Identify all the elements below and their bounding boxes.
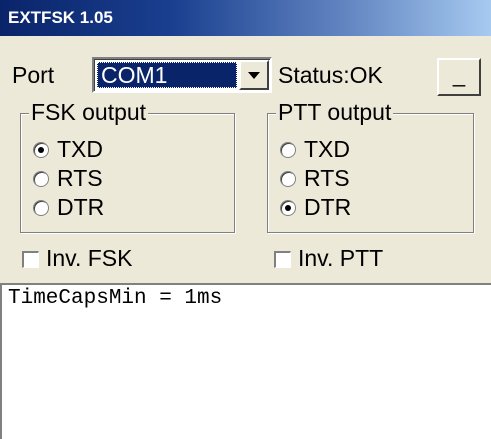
inv-ptt-label: Inv. PTT	[298, 245, 384, 271]
window-title: EXTFSK 1.05	[8, 8, 113, 27]
checkbox-icon[interactable]	[22, 251, 39, 268]
log-textarea[interactable]: TimeCapsMin = 1ms	[0, 283, 491, 439]
port-select[interactable]: COM1	[92, 57, 272, 93]
fsk-output-legend: FSK output	[29, 99, 149, 126]
fsk-radio-rts-label: RTS	[57, 165, 103, 191]
radio-selected-icon[interactable]	[33, 142, 49, 158]
port-select-value: COM1	[97, 62, 237, 88]
radio-unselected-icon[interactable]	[33, 171, 49, 187]
radio-selected-icon[interactable]	[280, 200, 296, 216]
extfsk-window: EXTFSK 1.05 Port COM1 Status:OK _ FSK ou…	[0, 0, 491, 439]
title-bar[interactable]: EXTFSK 1.05	[0, 0, 491, 36]
ptt-output-legend: PTT output	[276, 99, 394, 126]
ptt-radio-rts-label: RTS	[304, 165, 350, 191]
radio-unselected-icon[interactable]	[280, 142, 296, 158]
log-text: TimeCapsMin = 1ms	[8, 287, 223, 310]
checkbox-icon[interactable]	[274, 251, 291, 268]
chevron-down-icon[interactable]	[239, 60, 269, 90]
radio-unselected-icon[interactable]	[33, 200, 49, 216]
fsk-radio-txd-label: TXD	[57, 136, 103, 162]
ptt-radio-txd-label: TXD	[304, 136, 350, 162]
ptt-radio-dtr-label: DTR	[304, 194, 352, 220]
fsk-output-group: FSK output TXD RTS DTR	[20, 99, 235, 233]
fsk-radio-dtr-label: DTR	[57, 194, 105, 220]
inv-fsk-label: Inv. FSK	[46, 245, 133, 271]
radio-unselected-icon[interactable]	[280, 171, 296, 187]
port-label: Port	[12, 62, 55, 88]
status-label: Status:OK	[278, 62, 383, 88]
minimize-button[interactable]: _	[437, 58, 481, 96]
ptt-output-group: PTT output TXD RTS DTR	[267, 99, 474, 233]
